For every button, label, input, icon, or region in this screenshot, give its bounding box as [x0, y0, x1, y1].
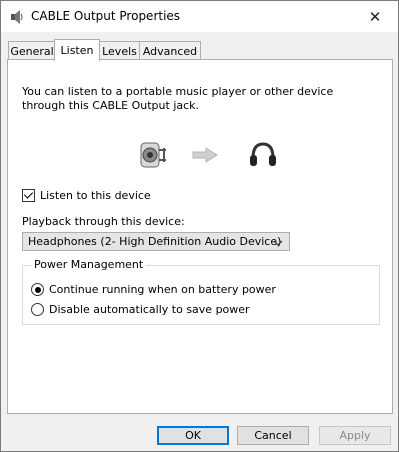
chevron-down-icon [273, 237, 283, 250]
tab-general[interactable]: General [8, 41, 56, 60]
apply-button[interactable]: Apply [319, 426, 391, 445]
tab-listen[interactable]: Listen [54, 39, 100, 61]
tab-advanced[interactable]: Advanced [139, 41, 201, 60]
window-title: CABLE Output Properties [31, 9, 181, 23]
title-bar[interactable]: CABLE Output Properties ✕ [1, 1, 398, 32]
power-management-group: Power Management Continue running when o… [22, 258, 380, 325]
ok-button[interactable]: OK [157, 426, 229, 445]
headphones-icon [248, 140, 278, 173]
radio-continue[interactable] [31, 283, 44, 296]
close-button[interactable]: ✕ [352, 1, 398, 32]
arrow-right-icon [191, 146, 219, 167]
cancel-button[interactable]: Cancel [237, 426, 309, 445]
close-icon: ✕ [368, 7, 382, 26]
listen-checkbox[interactable] [22, 189, 35, 202]
listen-checkbox-label: Listen to this device [40, 189, 151, 202]
speaker-icon [9, 9, 25, 25]
radio-continue-row[interactable]: Continue running when on battery power [31, 283, 276, 296]
radio-disable[interactable] [31, 303, 44, 316]
tab-levels[interactable]: Levels [98, 41, 141, 60]
power-management-title: Power Management [31, 258, 147, 271]
listen-panel: You can listen to a portable music playe… [7, 59, 393, 414]
cable-device-icon [138, 140, 170, 173]
radio-continue-label: Continue running when on battery power [49, 283, 276, 296]
listen-description: You can listen to a portable music playe… [22, 85, 334, 112]
radio-disable-label: Disable automatically to save power [49, 303, 250, 316]
radio-disable-row[interactable]: Disable automatically to save power [31, 303, 250, 316]
playback-device-select[interactable]: Headphones (2- High Definition Audio Dev… [22, 232, 290, 251]
playback-label: Playback through this device: [22, 215, 185, 228]
properties-window: CABLE Output Properties ✕ General Listen… [0, 0, 399, 452]
playback-device-value: Headphones (2- High Definition Audio Dev… [28, 235, 282, 248]
listen-checkbox-row[interactable]: Listen to this device [22, 189, 151, 202]
